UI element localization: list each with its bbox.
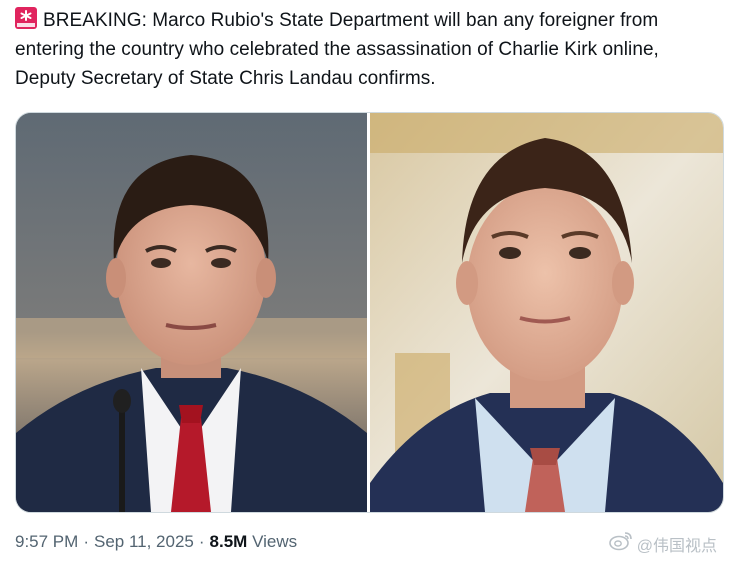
tweet-text: BREAKING: Marco Rubio's State Department… [15,6,715,93]
tweet-body: BREAKING: Marco Rubio's State Department… [15,10,659,89]
weibo-logo-icon [608,531,633,556]
meta-separator-2: · [198,532,205,551]
police-light-icon [15,7,37,29]
media-grid[interactable] [15,112,724,513]
photo-charlie-kirk[interactable] [370,113,723,512]
tweet-meta: 9:57 PM · Sep 11, 2025 · 8.5M Views [15,532,297,552]
tweet-time[interactable]: 9:57 PM [15,532,78,551]
photo-marco-rubio[interactable] [16,113,367,512]
tweet-date[interactable]: Sep 11, 2025 [94,532,194,551]
views-label[interactable]: Views [252,532,297,551]
watermark: @伟国视点 [608,531,717,556]
watermark-text: @伟国视点 [636,537,717,555]
meta-separator-1: · [83,532,89,551]
views-count[interactable]: 8.5M [210,532,248,551]
